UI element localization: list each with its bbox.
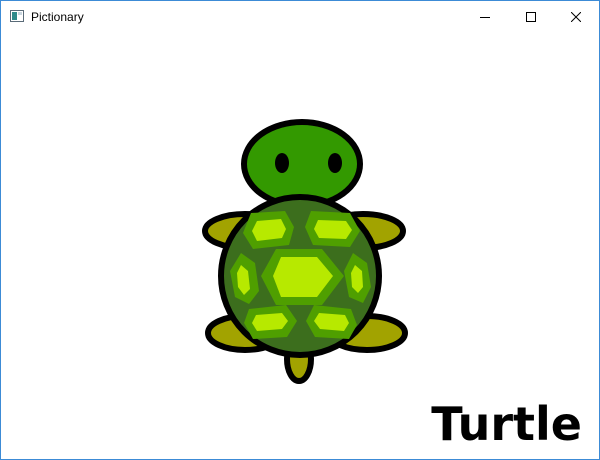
maximize-icon (526, 11, 536, 22)
turtle-drawing (202, 119, 408, 384)
turtle-head (241, 119, 363, 209)
drawing-canvas: Turtle (1, 32, 599, 459)
scute-top-left-inner (252, 219, 286, 241)
maximize-button[interactable] (508, 1, 554, 32)
scute-top-right-inner (314, 220, 352, 239)
turtle-eye-right (328, 153, 342, 173)
pictionary-window: Pictionary Turtle (0, 0, 600, 460)
answer-word: Turtle (431, 397, 582, 451)
app-icon (10, 10, 24, 22)
close-icon (571, 11, 581, 22)
minimize-button[interactable] (462, 1, 508, 32)
window-title: Pictionary (31, 10, 84, 24)
turtle-eye-left (275, 153, 289, 173)
close-button[interactable] (553, 1, 599, 32)
minimize-icon (480, 16, 490, 18)
title-bar[interactable]: Pictionary (1, 1, 599, 32)
